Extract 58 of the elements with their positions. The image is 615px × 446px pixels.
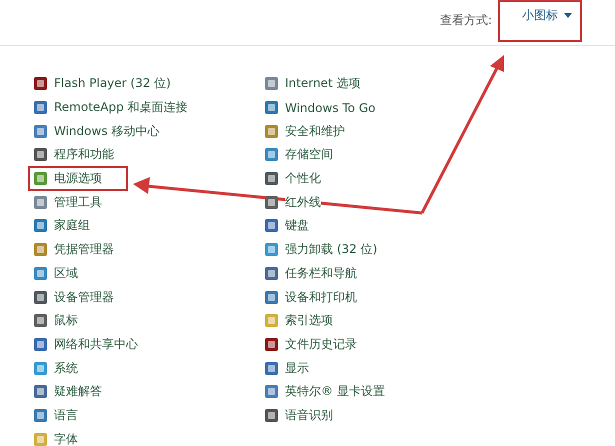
- tile-icon: [264, 360, 279, 376]
- control-panel-link[interactable]: 红外线: [259, 190, 326, 215]
- control-panel-link[interactable]: 字体: [28, 426, 83, 446]
- tile-icon: [33, 171, 48, 186]
- control-panel-link[interactable]: 电源选项: [28, 166, 128, 192]
- tile-icon: [33, 147, 48, 162]
- tile-icon: [264, 384, 279, 400]
- tile-icon: [33, 384, 48, 400]
- control-panel-link[interactable]: 任务栏和导航: [259, 260, 362, 286]
- tile-icon: [33, 218, 48, 234]
- control-panel-link[interactable]: 区域: [28, 260, 83, 286]
- tile-icon: [33, 100, 48, 116]
- control-panel-link[interactable]: 语言: [28, 402, 83, 428]
- control-panel-link[interactable]: 管理工具: [28, 190, 107, 215]
- control-panel-link[interactable]: 存储空间: [259, 142, 338, 168]
- tile-icon: [33, 360, 48, 376]
- control-panel-link[interactable]: 家庭组: [28, 213, 95, 238]
- control-panel-link[interactable]: 安全和维护: [259, 118, 350, 144]
- tile-icon: [33, 124, 48, 139]
- control-panel-link[interactable]: 系统: [28, 356, 83, 381]
- tile-icon: [33, 242, 48, 258]
- control-panel-link[interactable]: 程序和功能: [28, 142, 119, 168]
- control-panel-link[interactable]: 文件历史记录: [259, 332, 362, 357]
- tile-icon: [264, 194, 279, 210]
- control-panel-link[interactable]: 鼠标: [28, 308, 83, 334]
- tile-icon: [264, 100, 279, 116]
- tile-icon: [264, 290, 279, 305]
- tile-icon: [264, 147, 279, 162]
- control-panel-link[interactable]: 设备和打印机: [259, 284, 362, 310]
- control-panel-link[interactable]: 语音识别: [259, 402, 338, 428]
- tile-icon: [33, 408, 48, 423]
- tile-icon: [33, 76, 48, 92]
- tile-icon: [264, 313, 279, 328]
- tile-icon: [264, 266, 279, 281]
- tile-icon: [264, 124, 279, 139]
- tile-icon: [264, 171, 279, 186]
- tile-icon: [264, 242, 279, 258]
- caret-icon: [564, 12, 572, 18]
- tile-icon: [33, 266, 48, 281]
- tile-icon: [264, 76, 279, 92]
- control-panel-link[interactable]: 凭据管理器: [28, 237, 119, 262]
- tile-icon: [264, 408, 279, 423]
- tile-icon: [33, 194, 48, 210]
- control-panel-link[interactable]: 键盘: [259, 213, 314, 238]
- control-panel-link[interactable]: Windows To Go: [259, 96, 380, 120]
- tile-icon: [33, 313, 48, 328]
- tile-icon: [33, 290, 48, 305]
- control-panel-link[interactable]: 索引选项: [259, 308, 338, 334]
- view-by-label: 查看方式:: [440, 12, 492, 29]
- tile-icon: [264, 336, 279, 352]
- control-panel-link[interactable]: 显示: [259, 356, 314, 381]
- tile-icon: [264, 218, 279, 234]
- tile-icon: [33, 336, 48, 352]
- control-panel-link[interactable]: 设备管理器: [28, 284, 119, 310]
- control-panel-link[interactable]: Internet 选项: [259, 71, 366, 96]
- control-panel-link[interactable]: 个性化: [259, 166, 326, 192]
- view-dropdown[interactable]: 小图标: [498, 0, 582, 42]
- control-panel-link[interactable]: 疑难解答: [28, 379, 107, 404]
